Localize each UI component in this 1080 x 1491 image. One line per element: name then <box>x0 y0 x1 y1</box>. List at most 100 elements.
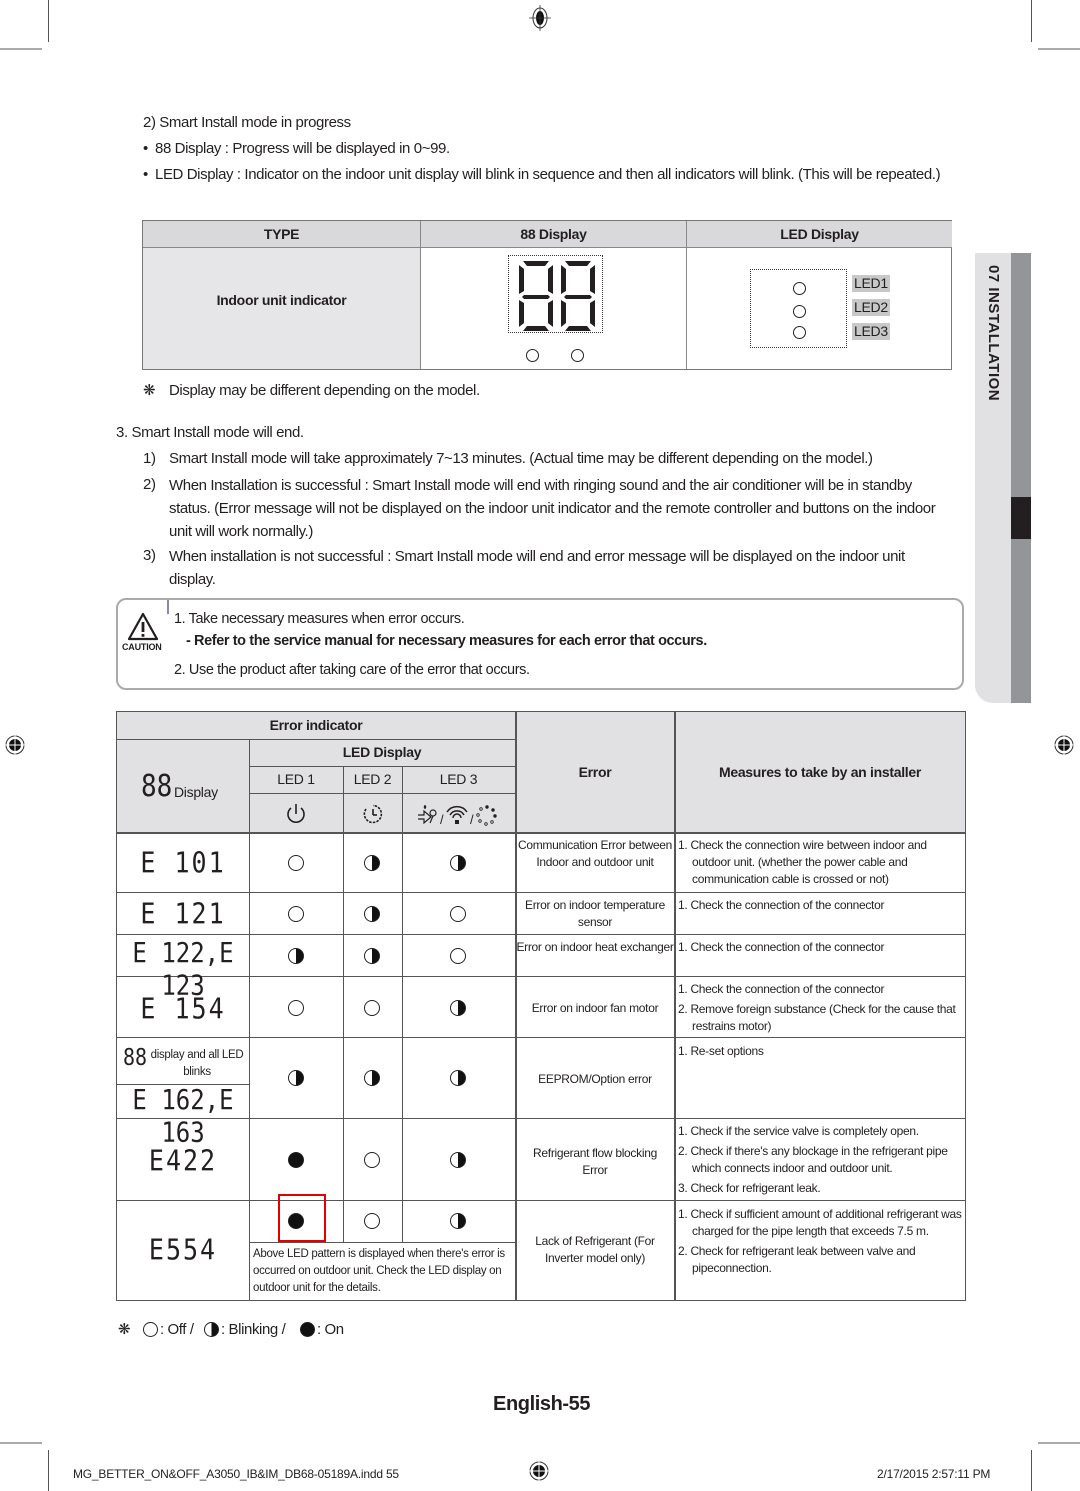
svg-text:/: / <box>470 812 474 827</box>
led-blink-icon <box>364 906 380 922</box>
header-error: Error <box>578 764 612 780</box>
note-symbol: ❋ <box>143 382 156 399</box>
measure-item: 1. Check the connection of the connector <box>678 940 885 954</box>
grid-line <box>117 892 965 893</box>
grid-line <box>249 1242 515 1243</box>
led-off-icon <box>450 948 466 964</box>
seven-segment-88-icon <box>519 261 595 331</box>
led-off-icon <box>288 1000 304 1016</box>
led-note: Above LED pattern is displayed when ther… <box>253 1248 505 1294</box>
bullet-item: • <box>143 166 148 183</box>
header-type: TYPE <box>143 221 420 248</box>
indicator-circle <box>571 349 584 362</box>
crop-mark <box>0 1442 42 1444</box>
legend-off: : Off / <box>160 1321 194 1338</box>
measure-item: 1. Check the connection wire between ind… <box>678 838 927 886</box>
error-description: Error on indoor heat exchanger <box>516 940 674 954</box>
error-code: E554 <box>148 1232 218 1267</box>
led-blink-icon <box>288 1070 304 1086</box>
legend-blink: : Blinking / <box>221 1321 286 1338</box>
timer-icon <box>363 804 383 824</box>
measure-item: 1. Check the connection of the connector <box>678 982 885 996</box>
crop-mark <box>48 0 49 42</box>
error-table: Error indicator LED Display LED 1 LED 2 … <box>116 711 966 1301</box>
item-text: When Installation is successful : Smart … <box>169 477 936 540</box>
led-blink-icon <box>450 1000 466 1016</box>
measure-item: 2. Check if there's any blockage in the … <box>678 1144 948 1175</box>
grid-line <box>117 1200 965 1201</box>
measure-item: 2. Check for refrigerant leak between va… <box>678 1244 916 1275</box>
on-led-icon <box>300 1322 315 1337</box>
led-off-icon <box>364 1000 380 1016</box>
led-blink-icon <box>364 948 380 964</box>
crop-mark <box>1038 1442 1080 1444</box>
error-description: Lack of Refrigerant (For Inverter model … <box>535 1234 655 1265</box>
indicator-circle <box>526 349 539 362</box>
measures: 1. Check the connection of the connector <box>678 939 962 959</box>
crop-mark <box>0 48 42 50</box>
led-blink-icon <box>364 1070 380 1086</box>
item-number: 3) <box>143 547 156 564</box>
grid-line <box>343 1200 344 1242</box>
crop-mark <box>1031 0 1032 42</box>
led-off-icon <box>288 906 304 922</box>
led-blink-icon <box>450 1070 466 1086</box>
error-description: Error on indoor temperature sensor <box>525 898 665 929</box>
grid-line <box>117 832 965 834</box>
bullet-item: • <box>143 140 148 157</box>
registration-mark-icon <box>2 732 28 758</box>
header-error-indicator: Error indicator <box>269 717 363 733</box>
caution-box: CAUTION 1. Take necessary measures when … <box>116 598 964 690</box>
divider <box>686 221 687 369</box>
grid-line <box>117 739 515 740</box>
item-text: Smart Install mode will take approximate… <box>169 450 873 467</box>
caution-label: CAUTION <box>122 642 162 652</box>
bullet-text: LED Display : Indicator on the indoor un… <box>155 166 941 183</box>
grid-line <box>249 739 250 1300</box>
seven-segment-display <box>508 255 603 333</box>
registration-mark-icon <box>526 1458 552 1484</box>
item-number: 2) <box>143 476 156 493</box>
error-code: E 121 <box>140 896 226 931</box>
led2-label: LED2 <box>852 299 890 316</box>
type-table: TYPE 88 Display LED Display Indoor unit … <box>142 220 952 370</box>
led-display-box <box>750 269 847 348</box>
registration-mark-icon <box>529 5 551 31</box>
measures: 1. Check if the service valve is complet… <box>678 1123 962 1200</box>
grid-line <box>402 1200 403 1242</box>
section-heading: 2) Smart Install mode in progress <box>143 114 351 131</box>
led3-label: LED3 <box>852 323 890 340</box>
chapter-label: 07 INSTALLATION <box>985 265 1002 402</box>
code-note: display and all LED blinks <box>150 1049 244 1078</box>
measures: 1. Check if sufficient amount of additio… <box>678 1206 962 1280</box>
measure-item: 3. Check for refrigerant leak. <box>678 1181 821 1195</box>
grid-line <box>249 793 515 794</box>
error-code: E422 <box>148 1143 218 1178</box>
header-display-label: Display <box>174 784 218 800</box>
registration-mark-icon <box>1051 732 1077 758</box>
section-heading: 3. Smart Install mode will end. <box>116 424 304 441</box>
warning-triangle-icon <box>127 612 159 641</box>
error-description: Communication Error between Indoor and o… <box>518 838 672 869</box>
led3-circle <box>793 326 806 339</box>
measure-item: 1. Re-set options <box>678 1044 764 1058</box>
led-off-icon <box>450 906 466 922</box>
led2-circle <box>793 305 806 318</box>
header-led-display: LED Display <box>342 744 422 760</box>
legend-symbol: ❋ <box>118 1321 131 1338</box>
page-number: English-55 <box>493 1393 591 1415</box>
measures: 1. Re-set options <box>678 1043 962 1063</box>
header-led1: LED 1 <box>277 771 315 787</box>
led-blink-icon <box>450 1213 466 1229</box>
led-blink-icon <box>450 855 466 871</box>
caution-line-2: - Refer to the service manual for necess… <box>186 633 707 649</box>
row-label: Indoor unit indicator <box>216 292 347 308</box>
display-note: Display may be different depending on th… <box>169 382 480 399</box>
footer-datetime: 2/17/2015 2:57:11 PM <box>877 1467 991 1481</box>
item-text: When installation is not successful : Sm… <box>169 548 905 588</box>
caution-line-3: 2. Use the product after taking care of … <box>174 662 530 678</box>
side-strip <box>1011 253 1031 703</box>
led-blink-icon <box>450 1152 466 1168</box>
measures: 1. Check the connection of the connector <box>678 897 962 917</box>
off-led-icon <box>143 1322 158 1337</box>
